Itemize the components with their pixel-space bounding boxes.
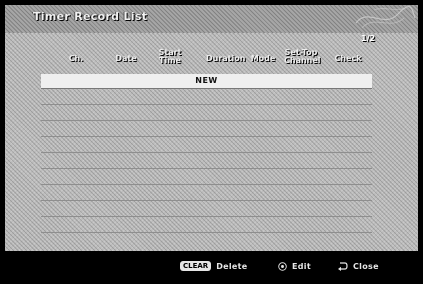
edit-label: Edit xyxy=(292,261,311,271)
column-header-settop-channel: Set-Top Channel xyxy=(284,48,321,65)
timer-record-table: NEW xyxy=(41,74,372,238)
table-row[interactable] xyxy=(41,154,372,169)
table-row[interactable] xyxy=(41,170,372,185)
title-bar: Timer Record List xyxy=(5,5,418,33)
table-row[interactable] xyxy=(41,202,372,217)
column-header-duration: Duration xyxy=(206,54,246,63)
timer-record-list-screen: Timer Record List 1/2 Ch. Date Start Tim… xyxy=(0,0,423,284)
enter-button-icon xyxy=(278,261,287,271)
table-row[interactable] xyxy=(41,90,372,105)
close-label: Close xyxy=(353,261,379,271)
table-row[interactable] xyxy=(41,106,372,121)
delete-hint[interactable]: CLEAR Delete xyxy=(180,260,247,272)
column-header-date: Date xyxy=(115,54,137,63)
close-hint[interactable]: Close xyxy=(337,260,379,272)
table-row[interactable] xyxy=(41,218,372,233)
column-header-mode: Mode xyxy=(250,54,276,63)
edit-hint[interactable]: Edit xyxy=(278,260,311,272)
table-row[interactable] xyxy=(41,138,372,153)
window-title: Timer Record List xyxy=(33,10,148,23)
delete-label: Delete xyxy=(216,261,248,271)
column-header-start-time: Start Time xyxy=(158,48,182,65)
clear-button-icon: CLEAR xyxy=(180,261,212,271)
page-indicator: 1/2 xyxy=(361,34,376,43)
table-row[interactable] xyxy=(41,186,372,201)
new-record-label: NEW xyxy=(195,76,218,85)
column-header-ch: Ch. xyxy=(68,54,84,63)
table-row[interactable] xyxy=(41,122,372,137)
timer-record-panel: Timer Record List 1/2 Ch. Date Start Tim… xyxy=(5,5,418,251)
button-guide-bar: CLEAR Delete Edit Close xyxy=(0,251,423,284)
table-row-new[interactable]: NEW xyxy=(41,74,372,89)
brand-swirl-logo xyxy=(355,5,416,29)
column-header-check: Check xyxy=(334,54,362,63)
return-arrow-icon xyxy=(338,262,348,271)
